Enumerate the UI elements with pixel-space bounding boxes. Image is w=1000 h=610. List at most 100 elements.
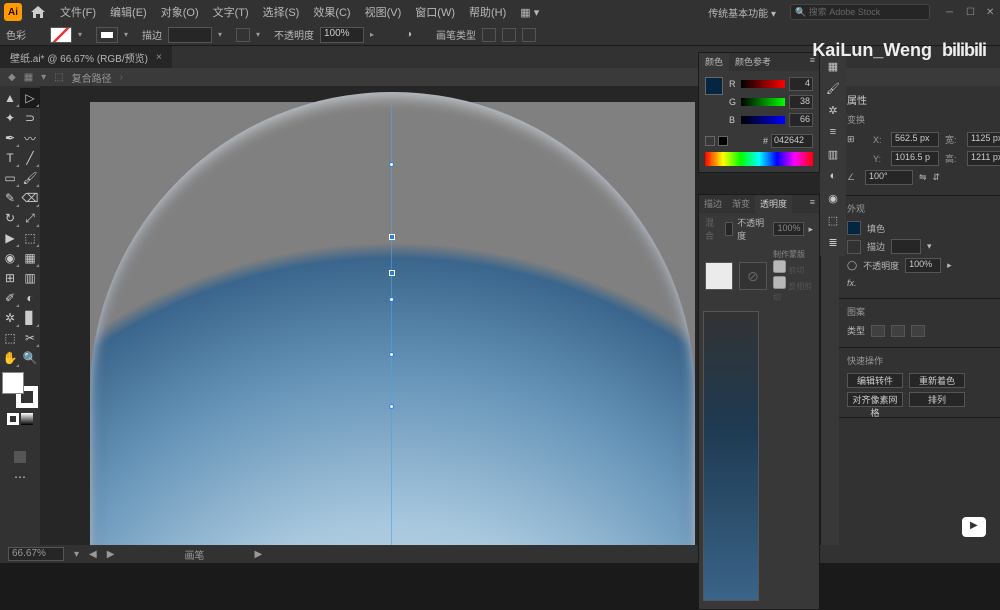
layer-nav-icon[interactable]: ▾ [41, 72, 46, 83]
brushes-icon[interactable]: 🖌 [825, 82, 841, 98]
flip-v-icon[interactable]: ⇵ [933, 172, 941, 183]
brush-def-button[interactable] [236, 28, 250, 42]
tool-slice[interactable]: ✂ [20, 328, 40, 348]
tool-rectangle[interactable]: ▭ [0, 168, 20, 188]
stroke-icon[interactable]: ≡ [825, 126, 841, 142]
tool-artboard[interactable]: ⬚ [0, 328, 20, 348]
object-thumbnail[interactable] [705, 262, 733, 290]
tool-rotate[interactable]: ↻ [0, 208, 20, 228]
tab-stroke[interactable]: 描边 [699, 195, 727, 213]
path-handle[interactable] [389, 352, 394, 357]
tool-magic-wand[interactable]: ✦ [0, 108, 20, 128]
tool-eraser[interactable]: ⌫ [20, 188, 40, 208]
slider-g[interactable] [741, 98, 785, 106]
swatches-icon[interactable]: ▦ [825, 60, 841, 76]
make-mask-button[interactable]: 制作蒙版 [773, 249, 813, 260]
color-well[interactable] [2, 372, 38, 408]
fx-icon[interactable]: fx. [847, 278, 857, 288]
document-tab[interactable]: 壁纸.ai* @ 66.67% (RGB/预览) × [0, 46, 172, 68]
menu-share-icon[interactable]: ▦ ▾ [514, 6, 545, 19]
menu-view[interactable]: 视图(V) [359, 4, 408, 20]
tool-gradient[interactable]: ▥ [20, 268, 40, 288]
minimize-button[interactable]: ─ [946, 7, 956, 17]
transparency-icon[interactable]: ◐ [825, 170, 841, 186]
quick-btn-recolor[interactable]: 重新着色 [909, 373, 965, 388]
tool-perspective[interactable]: ▦ [20, 248, 40, 268]
input-r[interactable]: 4 [789, 77, 813, 91]
tool-mesh[interactable]: ⊞ [0, 268, 20, 288]
maximize-button[interactable]: ☐ [966, 7, 976, 17]
path-segment[interactable] [391, 102, 392, 545]
menu-edit[interactable]: 编辑(E) [104, 4, 153, 20]
mask-thumbnail[interactable]: ⊘ [739, 262, 767, 290]
panel-fill-swatch[interactable] [705, 77, 723, 95]
close-button[interactable]: ✕ [986, 7, 996, 17]
none-swatch-icon[interactable] [705, 136, 715, 146]
mode-gradient-icon[interactable] [21, 413, 33, 425]
tool-selection[interactable]: ▲ [0, 88, 20, 108]
black-swatch-icon[interactable] [718, 136, 728, 146]
gradient-icon[interactable]: ▥ [825, 148, 841, 164]
appearance-icon[interactable]: ◉ [825, 192, 841, 208]
graphic-styles-icon[interactable]: ⬚ [825, 214, 841, 230]
panel-menu-icon[interactable]: ≡ [806, 195, 819, 213]
tool-paintbrush[interactable]: 🖌 [20, 168, 40, 188]
tool-lasso[interactable]: ⊃ [20, 108, 40, 128]
stroke-swatch-prop[interactable] [847, 240, 861, 254]
recolor-icon[interactable]: ◑ [406, 29, 412, 40]
tool-width[interactable]: ▶ [0, 228, 20, 248]
fill-swatch[interactable] [50, 27, 72, 43]
slider-b[interactable] [741, 116, 785, 124]
artboard-nav-next-icon[interactable]: ▶ [107, 549, 115, 560]
trans-opacity-input[interactable]: 100% [773, 222, 804, 236]
stroke-weight-input[interactable] [168, 27, 212, 43]
style-btn-3[interactable] [522, 28, 536, 42]
tool-hand[interactable]: ✋ [0, 348, 20, 368]
align-opt-1[interactable] [871, 325, 885, 337]
stroke-swatch[interactable] [96, 27, 118, 43]
angle-input[interactable]: 100° [865, 170, 913, 185]
stroke-w-input[interactable] [891, 239, 921, 254]
prop-opacity-input[interactable]: 100% [905, 258, 941, 273]
navigator-thumbnail[interactable] [703, 311, 759, 601]
fill-color-icon[interactable] [2, 372, 24, 394]
layer-icon[interactable]: ▦ [24, 72, 33, 83]
quick-btn-pixel[interactable]: 对齐像素网格 [847, 392, 903, 407]
quick-btn-edit[interactable]: 编辑转件 [847, 373, 903, 388]
path-handle[interactable] [389, 297, 394, 302]
quick-btn-arrange[interactable]: 排列 [909, 392, 965, 407]
anchor-point[interactable] [389, 270, 395, 276]
style-btn-1[interactable] [482, 28, 496, 42]
home-icon[interactable] [30, 5, 46, 19]
tool-line[interactable]: ╱ [20, 148, 40, 168]
flip-h-icon[interactable]: ⇋ [919, 172, 927, 183]
tool-shaper[interactable]: ✎ [0, 188, 20, 208]
tool-pen[interactable]: ✒ [0, 128, 20, 148]
slider-r[interactable] [741, 80, 785, 88]
tool-zoom[interactable]: 🔍 [20, 348, 40, 368]
tool-free-transform[interactable]: ⬚ [20, 228, 40, 248]
screen-mode-icon[interactable] [14, 451, 26, 463]
anchor-point[interactable] [389, 234, 395, 240]
tool-blend[interactable]: ◐ [20, 288, 40, 308]
tool-column-graph[interactable]: ▊ [20, 308, 40, 328]
y-input[interactable]: 1016.5 p [891, 151, 939, 166]
spectrum-picker[interactable] [705, 152, 813, 166]
tab-transparency[interactable]: 透明度 [755, 195, 792, 213]
symbols-icon[interactable]: ✲ [825, 104, 841, 120]
h-input[interactable]: 1211 px [967, 151, 1000, 166]
x-input[interactable]: 562.5 px [891, 132, 939, 147]
layers-icon[interactable]: ≣ [825, 236, 841, 252]
input-b[interactable]: 66 [789, 113, 813, 127]
search-input[interactable]: 🔍 搜索 Adobe Stock [790, 4, 930, 20]
style-btn-2[interactable] [502, 28, 516, 42]
tool-scale[interactable]: ⤢ [20, 208, 40, 228]
breadcrumb[interactable]: 复合路径 [72, 70, 112, 85]
tab-color[interactable]: 颜色 [699, 53, 729, 71]
opacity-icon[interactable]: ◯ [847, 260, 857, 271]
path-handle[interactable] [389, 404, 394, 409]
zoom-select[interactable]: 66.67% [8, 547, 64, 561]
tool-eyedropper[interactable]: ✐ [0, 288, 20, 308]
w-input[interactable]: 1125 px [967, 132, 1000, 147]
tool-shape-builder[interactable]: ◉ [0, 248, 20, 268]
